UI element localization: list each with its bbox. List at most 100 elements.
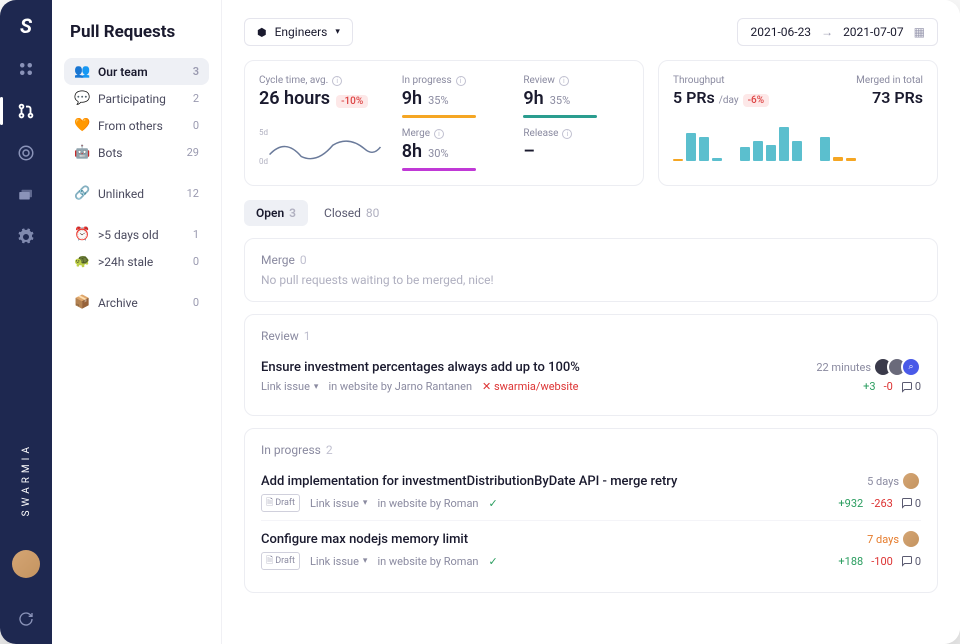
sidebar-count: 1 (193, 228, 199, 241)
user-avatar[interactable] (12, 550, 40, 578)
pr-age: 5 days (867, 475, 899, 488)
status-pass: ✓ (489, 555, 498, 568)
draft-badge: 🗎Draft (261, 494, 300, 512)
merged-value: 73 PRs (872, 88, 923, 107)
throughput-value: 5 PRs (673, 88, 715, 107)
sidebar-item-our-team[interactable]: 👥 Our team 3 (64, 58, 209, 85)
nav-folders-icon[interactable] (15, 184, 37, 206)
sidebar-count: 3 (193, 65, 199, 78)
section-review: Review 1 Ensure investment percentages a… (244, 314, 938, 416)
sidebar-emoji: 👥 (74, 64, 90, 79)
pr-item[interactable]: Configure max nodejs memory limit 7 days… (261, 520, 921, 578)
pr-repo: in website by Roman (377, 555, 478, 568)
hexagon-icon: ⬢ (257, 26, 267, 39)
status-fail: ✕ swarmia/website (482, 380, 579, 393)
file-icon: 🗎 (266, 495, 273, 511)
info-icon[interactable]: i (456, 76, 466, 86)
sidebar-count: 12 (187, 187, 199, 200)
nav-pull-requests-icon[interactable] (15, 100, 37, 122)
pr-item[interactable]: Add implementation for investmentDistrib… (261, 463, 921, 520)
sidebar-emoji: 💬 (74, 91, 90, 106)
chevron-down-icon: ▾ (363, 556, 368, 566)
search-icon: ⌕ (901, 357, 921, 377)
comments: 0 (901, 380, 921, 393)
chevron-down-icon: ▾ (363, 498, 368, 508)
sidebar-label: Bots (98, 146, 122, 160)
draft-badge: 🗎Draft (261, 552, 300, 570)
nav-home-icon[interactable] (15, 58, 37, 80)
sidebar-label: Unlinked (98, 187, 144, 201)
nav-target-icon[interactable] (15, 142, 37, 164)
cycle-sparkline: 5d 0d (259, 128, 386, 166)
additions: +3 (863, 380, 875, 393)
pr-repo: in website by Jarno Rantanen (328, 380, 472, 393)
sidebar-label: Archive (98, 296, 138, 310)
link-issue-button[interactable]: Link issue ▾ (310, 555, 367, 568)
brand-text: SWARMIA (21, 443, 32, 516)
throughput-label: Throughput (673, 75, 769, 86)
info-icon[interactable]: i (562, 129, 572, 139)
date-from: 2021-06-23 (750, 25, 811, 39)
chevron-down-icon: ▾ (335, 27, 340, 37)
review-label: Review (523, 75, 555, 86)
sidebar-item-from-others[interactable]: 🧡From others0 (64, 112, 209, 139)
additions: +932 (838, 497, 863, 510)
arrow-right-icon: → (821, 25, 833, 39)
info-icon[interactable]: i (332, 76, 342, 86)
link-issue-button[interactable]: Link issue ▾ (261, 380, 318, 393)
throughput-unit: /day (719, 95, 739, 106)
sidebar-count: 0 (193, 255, 199, 268)
pr-avatars (907, 471, 921, 491)
sidebar-item--5-days-old[interactable]: ⏰>5 days old1 (64, 221, 209, 248)
sidebar-label: From others (98, 119, 163, 133)
pr-avatars (907, 529, 921, 549)
pr-avatars: ⌕ (879, 357, 921, 377)
sidebar-item-participating[interactable]: 💬Participating2 (64, 85, 209, 112)
throughput-card: Throughput 5 PRs/day-6% Merged in total … (658, 60, 938, 186)
merge-label: Merge (402, 128, 430, 139)
sidebar-count: 2 (193, 92, 199, 105)
nav-settings-icon[interactable] (15, 226, 37, 248)
team-dropdown[interactable]: ⬢ Engineers ▾ (244, 18, 353, 46)
sidebar-emoji: 🔗 (74, 186, 90, 201)
tab-open[interactable]: Open 3 (244, 200, 308, 226)
comments: 0 (901, 555, 921, 568)
link-issue-button[interactable]: Link issue ▾ (310, 497, 367, 510)
sidebar-label: Our team (98, 65, 148, 79)
throughput-delta: -6% (743, 94, 769, 107)
sidebar-item-unlinked[interactable]: 🔗 Unlinked 12 (64, 180, 209, 207)
tab-closed[interactable]: Closed 80 (312, 200, 391, 226)
pr-item[interactable]: Ensure investment percentages always add… (261, 349, 921, 401)
pr-age: 7 days (867, 533, 899, 546)
additions: +188 (838, 555, 863, 568)
sidebar-emoji: 🐢 (74, 254, 90, 269)
review-value: 9h (523, 88, 543, 109)
sidebar-label: >24h stale (98, 255, 153, 269)
info-icon[interactable]: i (559, 76, 569, 86)
sync-icon[interactable] (15, 608, 37, 630)
inprogress-value: 9h (402, 88, 422, 109)
team-label: Engineers (275, 25, 328, 39)
sidebar-emoji: 🧡 (74, 118, 90, 133)
release-value: – (523, 141, 534, 162)
merged-label: Merged in total (856, 75, 923, 86)
sidebar-emoji: 📦 (74, 295, 90, 310)
comments: 0 (901, 497, 921, 510)
pr-age: 22 minutes (816, 361, 871, 374)
date-range-picker[interactable]: 2021-06-23 → 2021-07-07 ▦ (737, 18, 938, 46)
page-title: Pull Requests (64, 22, 209, 42)
cycle-time-card: Cycle time, avg.i 26 hours-10% In progre… (244, 60, 644, 186)
sidebar-item-archive[interactable]: 📦Archive0 (64, 289, 209, 316)
pr-repo: in website by Roman (377, 497, 478, 510)
chevron-down-icon: ▾ (314, 382, 319, 392)
section-in-progress: In progress 2 Add implementation for inv… (244, 428, 938, 593)
inprogress-label: In progress (402, 75, 452, 86)
status-pass: ✓ (489, 497, 498, 510)
pr-title: Add implementation for investmentDistrib… (261, 474, 867, 489)
logo[interactable]: S (20, 14, 32, 38)
sidebar-item--24h-stale[interactable]: 🐢 >24h stale 0 (64, 248, 209, 275)
sidebar-item-bots[interactable]: 🤖 Bots 29 (64, 139, 209, 166)
sidebar-count: 29 (187, 146, 199, 159)
sidebar-emoji: 🤖 (74, 145, 90, 160)
info-icon[interactable]: i (434, 129, 444, 139)
